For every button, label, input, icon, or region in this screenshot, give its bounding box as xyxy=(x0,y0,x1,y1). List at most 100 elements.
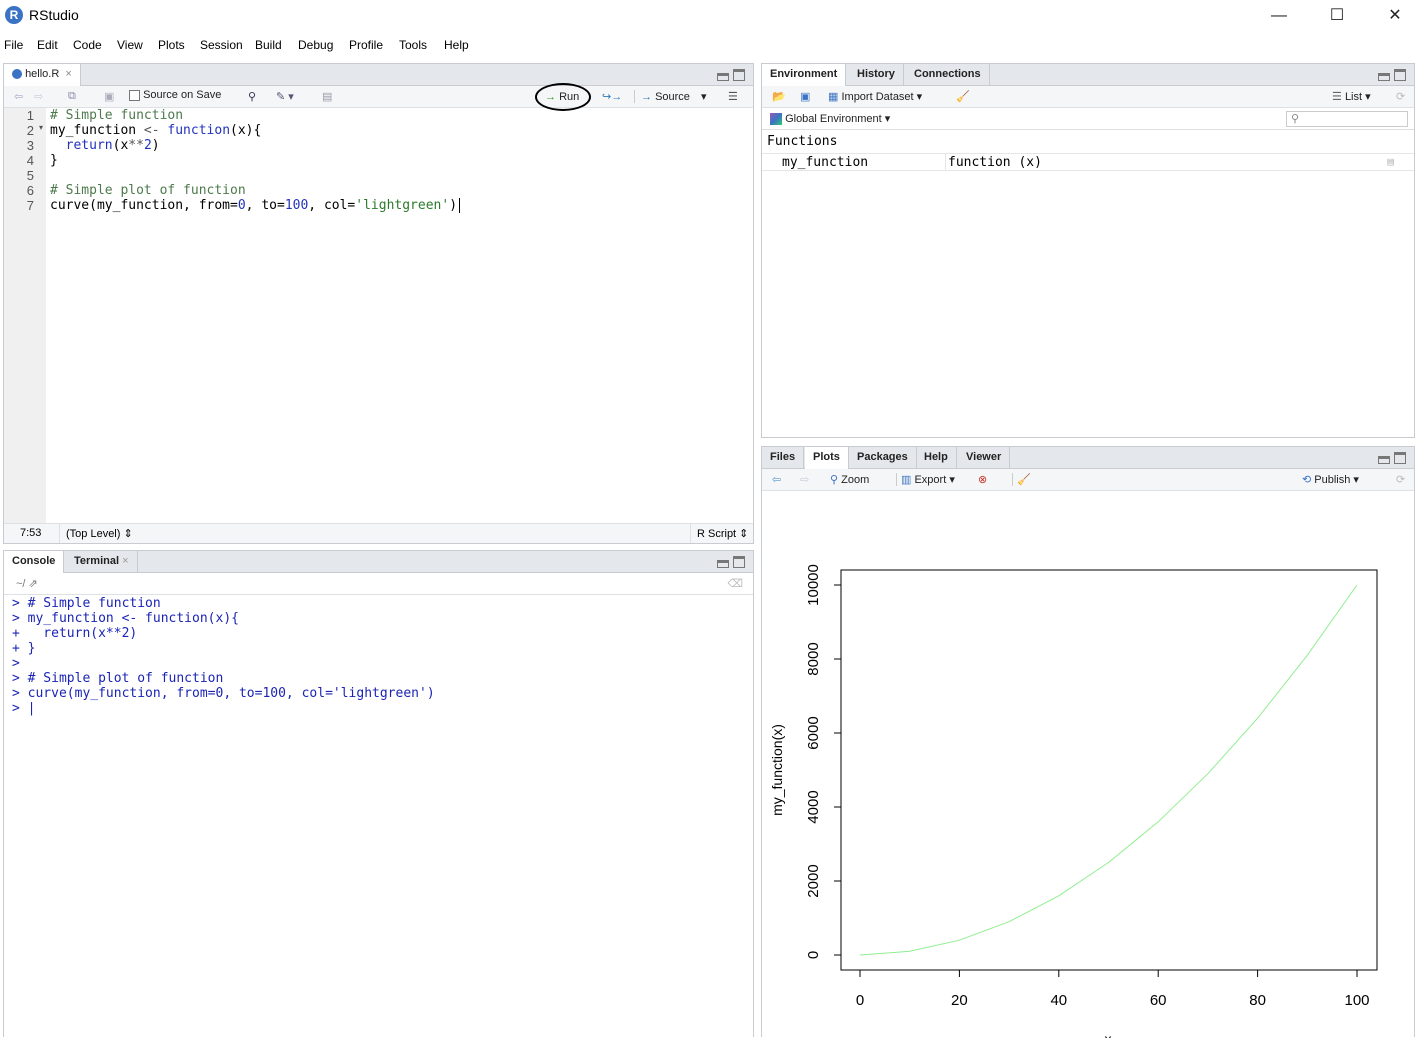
menu-profile[interactable]: Profile xyxy=(349,38,383,52)
comment-text: # Simple function xyxy=(50,108,183,123)
maximize-pane-icon[interactable] xyxy=(733,69,745,81)
plots-pane: Files Plots Packages Help Viewer ⇦ ⇨ ⚲ Z… xyxy=(761,446,1415,1037)
publish-button[interactable]: ⟲ Publish ▾ xyxy=(1302,473,1359,486)
source-on-save-checkbox[interactable]: Source on Save xyxy=(129,89,221,101)
object-value: function (x) xyxy=(945,154,1042,171)
menu-plots[interactable]: Plots xyxy=(158,38,185,52)
close-button[interactable]: ✕ xyxy=(1372,4,1415,28)
code-token: ) xyxy=(449,198,457,213)
minimize-pane-icon[interactable] xyxy=(1378,73,1390,81)
menu-view[interactable]: View xyxy=(117,38,143,52)
code-tools-wand-icon[interactable]: ✎ ▾ xyxy=(276,90,294,103)
checkbox-icon[interactable] xyxy=(129,90,140,101)
tab-packages[interactable]: Packages xyxy=(849,447,917,469)
x-tick-label: 60 xyxy=(1150,992,1167,1009)
tab-history[interactable]: History xyxy=(849,64,904,86)
source-editor-pane: hello.R × ⇦ ⇨ ⧉ ▣ Source on Save ⚲ ✎ ▾ ▤… xyxy=(3,63,754,544)
zoom-button[interactable]: ⚲ Zoom xyxy=(830,473,869,486)
view-object-icon[interactable]: ▤ xyxy=(1387,155,1394,168)
go-to-directory-icon[interactable]: ⇗ xyxy=(29,578,38,590)
environment-search-input[interactable]: ⚲ xyxy=(1286,111,1408,127)
filetype-selector[interactable]: R Script ⇕ xyxy=(690,524,748,543)
minimize-pane-icon[interactable] xyxy=(1378,456,1390,464)
code-line-2: my_function <- function(x){ xyxy=(50,123,261,138)
search-icon[interactable]: ⚲ xyxy=(248,90,256,103)
environment-pane: Environment History Connections 📂 ▣ ▦ Im… xyxy=(761,63,1415,438)
minimize-pane-icon[interactable] xyxy=(717,560,729,568)
menu-tools[interactable]: Tools xyxy=(399,38,427,52)
tab-connections[interactable]: Connections xyxy=(906,64,990,86)
code-area[interactable]: # Simple function my_function <- functio… xyxy=(4,108,753,523)
global-environment-dropdown[interactable]: Global Environment ▾ xyxy=(770,112,890,125)
environment-tab-strip: Environment History Connections xyxy=(762,64,1414,86)
open-folder-icon[interactable]: 📂 xyxy=(772,90,786,103)
source-button-label: Source xyxy=(655,91,690,103)
run-button-label: Run xyxy=(559,91,579,103)
menu-edit[interactable]: Edit xyxy=(37,38,58,52)
next-plot-icon[interactable]: ⇨ xyxy=(800,473,809,486)
x-tick-label: 40 xyxy=(1050,992,1067,1009)
clear-all-plots-broom-icon[interactable]: 🧹 xyxy=(1012,473,1031,486)
export-button[interactable]: ▥ Export ▾ xyxy=(896,473,955,486)
close-tab-icon[interactable]: × xyxy=(65,68,71,80)
code-token: function xyxy=(167,123,230,138)
menu-bar: File Edit Code View Plots Session Build … xyxy=(0,35,1415,55)
clear-broom-icon[interactable]: 🧹 xyxy=(956,90,970,103)
source-button[interactable]: → Source ▾ xyxy=(634,90,707,103)
clear-console-broom-icon[interactable]: ⌫ xyxy=(727,577,743,590)
menu-debug[interactable]: Debug xyxy=(298,38,333,52)
maximize-pane-icon[interactable] xyxy=(733,556,745,568)
forward-arrow-icon[interactable]: ⇨ xyxy=(34,90,43,103)
rstudio-logo-icon: R xyxy=(5,6,23,24)
pane-controls xyxy=(1378,69,1406,81)
minimize-pane-icon[interactable] xyxy=(717,73,729,81)
view-mode-dropdown[interactable]: ☰ List ▾ xyxy=(1332,90,1371,103)
minimize-button[interactable]: — xyxy=(1256,4,1302,28)
maximize-button[interactable]: ☐ xyxy=(1314,4,1360,28)
run-button[interactable]: → Run xyxy=(535,83,591,111)
maximize-pane-icon[interactable] xyxy=(1394,452,1406,464)
y-tick-label: 10000 xyxy=(805,564,822,606)
back-arrow-icon[interactable]: ⇦ xyxy=(14,90,23,103)
menu-code[interactable]: Code xyxy=(73,38,102,52)
import-dataset-button[interactable]: ▦ Import Dataset ▾ xyxy=(828,90,922,103)
menu-file[interactable]: File xyxy=(4,38,23,52)
tab-console[interactable]: Console xyxy=(4,551,64,574)
chevron-down-icon[interactable]: ▾ xyxy=(701,91,707,103)
tab-viewer[interactable]: Viewer xyxy=(958,447,1010,469)
console-output[interactable]: > # Simple function > my_function <- fun… xyxy=(4,596,753,1037)
show-in-window-icon[interactable]: ⧉ xyxy=(68,90,76,103)
tab-hello-r[interactable]: hello.R × xyxy=(4,64,81,87)
refresh-icon[interactable]: ⟳ xyxy=(1396,473,1405,486)
maximize-pane-icon[interactable] xyxy=(1394,69,1406,81)
environment-row[interactable]: my_function function (x) ▤ xyxy=(762,153,1414,171)
remove-plot-icon[interactable]: ⊗ xyxy=(978,473,987,486)
tab-hello-r-label: hello.R xyxy=(25,68,59,80)
tab-files[interactable]: Files xyxy=(762,447,804,469)
menu-build[interactable]: Build xyxy=(255,38,282,52)
global-environment-label: Global Environment xyxy=(785,113,882,125)
compile-report-icon[interactable]: ▤ xyxy=(322,90,332,103)
tab-environment[interactable]: Environment xyxy=(762,64,846,87)
y-axis-label: my_function(x) xyxy=(769,724,785,816)
tab-terminal[interactable]: Terminal × xyxy=(66,551,138,573)
refresh-icon[interactable]: ⟳ xyxy=(1396,90,1405,103)
x-tick-label: 20 xyxy=(951,992,968,1009)
working-directory-path: ~/ xyxy=(16,578,25,590)
close-tab-icon[interactable]: × xyxy=(122,555,128,567)
code-line-4: } xyxy=(50,153,58,168)
save-workspace-icon[interactable]: ▣ xyxy=(800,90,810,103)
tab-plots[interactable]: Plots xyxy=(805,447,849,470)
window-title: RStudio xyxy=(29,7,79,23)
save-icon[interactable]: ▣ xyxy=(104,90,114,103)
rerun-icon[interactable]: ↪→ xyxy=(602,90,622,103)
menu-help[interactable]: Help xyxy=(444,38,469,52)
console-prompt[interactable]: > | xyxy=(12,701,35,716)
working-directory: ~/ ⇗ xyxy=(16,577,38,590)
tab-help[interactable]: Help xyxy=(916,447,957,469)
search-icon: ⚲ xyxy=(1291,113,1299,125)
document-outline-icon[interactable]: ☰ xyxy=(728,90,738,103)
menu-session[interactable]: Session xyxy=(200,38,243,52)
previous-plot-icon[interactable]: ⇦ xyxy=(772,473,781,486)
scope-selector[interactable]: (Top Level) ⇕ xyxy=(59,524,133,543)
